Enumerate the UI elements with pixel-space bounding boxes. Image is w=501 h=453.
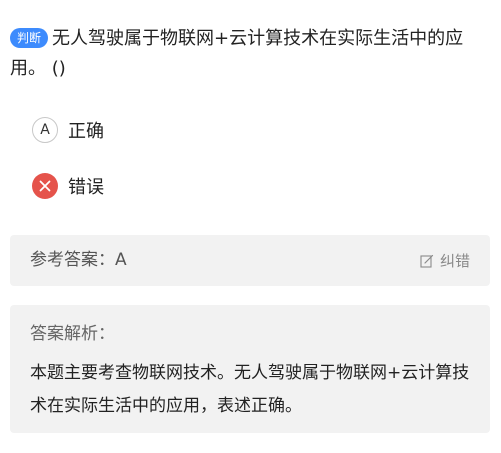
question-page: 判断 无人驾驶属于物联网+云计算技术在实际生活中的应用。 () A 正确 错误 参… <box>0 0 501 453</box>
option-b-label: 错误 <box>68 177 104 198</box>
option-a-label: 正确 <box>68 121 104 142</box>
question-type-badge: 判断 <box>10 28 49 48</box>
reference-answer: 参考答案：A <box>30 250 127 270</box>
option-b[interactable]: 错误 <box>32 173 104 199</box>
reference-answer-panel: 参考答案：A 纠错 <box>10 235 490 286</box>
question-text: 无人驾驶属于物联网+云计算技术在实际生活中的应用。 () <box>10 28 464 79</box>
close-icon <box>32 173 58 199</box>
report-error-button[interactable]: 纠错 <box>420 235 470 286</box>
analysis-body: 本题主要考查物联网技术。无人驾驶属于物联网+云计算技术在实际生活中的应用，表述正… <box>30 363 470 416</box>
question-stem: 判断 无人驾驶属于物联网+云计算技术在实际生活中的应用。 () <box>10 24 488 84</box>
analysis-title: 答案解析： <box>30 324 115 344</box>
report-error-label: 纠错 <box>439 252 470 270</box>
edit-icon <box>420 254 434 268</box>
analysis-panel: 答案解析： 本题主要考查物联网技术。无人驾驶属于物联网+云计算技术在实际生活中的… <box>10 305 490 433</box>
option-a[interactable]: A 正确 <box>32 117 104 143</box>
option-a-marker: A <box>32 117 58 143</box>
